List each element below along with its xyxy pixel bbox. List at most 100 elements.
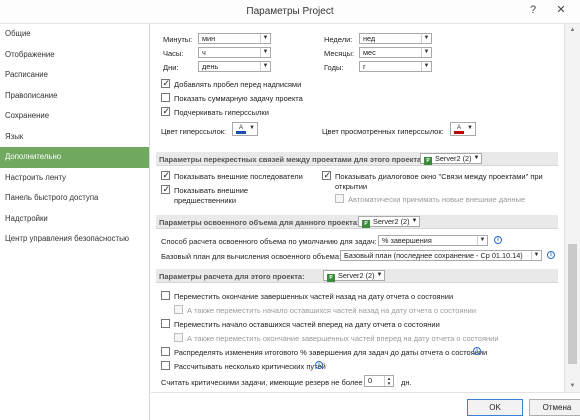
sidebar-item-proofing[interactable]: Правописание [0, 86, 149, 107]
help-button[interactable]: ? [523, 0, 543, 20]
move-start-remaining-checkbox[interactable] [161, 319, 170, 328]
content-scrollbar[interactable]: ▲ ▼ [564, 24, 580, 392]
sidebar-item-quick-access-toolbar[interactable]: Панель быстрого доступа [0, 188, 149, 209]
dialog-footer: OK Отмена [151, 392, 580, 420]
chevron-down-icon: ▼ [411, 218, 418, 224]
show-summary-checkbox[interactable] [161, 93, 170, 102]
scrollbar-thumb[interactable] [568, 244, 577, 364]
link-color-label: Цвет гиперссылок: [161, 127, 227, 136]
hours-select-value: ч [202, 48, 206, 57]
info-icon[interactable]: i [547, 251, 555, 259]
visited-link-color-button[interactable]: A ▼ [450, 122, 476, 136]
cancel-button[interactable]: Отмена [529, 399, 580, 416]
move-end-completed-checkbox[interactable] [161, 291, 170, 300]
weeks-label: Недели: [324, 35, 353, 44]
months-select[interactable]: мес ▼ [359, 47, 432, 58]
sidebar-item-advanced[interactable]: Дополнительно [0, 147, 149, 168]
distribute-changes-label: Распределять изменения итогового % завер… [174, 348, 488, 357]
sidebar-item-add-ins[interactable]: Надстройки [0, 209, 149, 230]
hours-select[interactable]: ч ▼ [198, 47, 271, 58]
also-move-start-remaining-label: А также переместить начало оставшихся ча… [187, 306, 477, 315]
project-icon: P [327, 274, 335, 282]
chevron-down-icon: ▼ [260, 62, 270, 71]
calculation-section-header: Параметры расчета для этого проекта: P Se… [156, 269, 558, 283]
info-icon[interactable]: i [494, 236, 502, 244]
earned-value-baseline-label: Базовый план для вычисления освоенного о… [161, 252, 342, 261]
show-links-dialog-checkbox[interactable] [322, 170, 331, 181]
show-external-predecessors-label-1: Показывать внешние [174, 186, 249, 195]
years-label: Годы: [324, 63, 344, 72]
minutes-label: Минуты: [163, 35, 193, 44]
sidebar: Общие Отображение Расписание Правописани… [0, 24, 150, 420]
chevron-down-icon: ▼ [260, 48, 270, 57]
crossproject-project-value: Server2 (2) [435, 154, 472, 163]
show-links-dialog-label-2: открытии [335, 182, 368, 191]
spinner-arrows-icon[interactable]: ▲ ▼ [384, 376, 393, 386]
weeks-select[interactable]: нед ▼ [359, 33, 432, 44]
distribute-changes-checkbox[interactable] [161, 347, 170, 356]
crossproject-section-header: Параметры перекрестных связей между прое… [156, 152, 558, 166]
crossproject-section-title: Параметры перекрестных связей между прое… [159, 155, 424, 164]
sidebar-item-schedule[interactable]: Расписание [0, 65, 149, 86]
window-title: Параметры Project [246, 6, 334, 17]
sidebar-item-save[interactable]: Сохранение [0, 106, 149, 127]
years-select[interactable]: г ▼ [359, 61, 432, 72]
earned-value-section-title: Параметры освоенного объема для данного … [159, 218, 360, 227]
days-label: Дни: [163, 63, 179, 72]
multiple-critical-paths-label: Рассчитывать несколько критических путей [174, 362, 326, 371]
crossproject-project-select[interactable]: P Server2 (2) ▼ [420, 153, 482, 165]
project-icon: P [362, 220, 370, 228]
auto-accept-checkbox[interactable] [335, 194, 344, 203]
days-select[interactable]: день ▼ [198, 61, 271, 72]
critical-slack-unit: дн. [401, 378, 412, 387]
visited-link-color-label: Цвет просмотренных гиперссылок: [322, 127, 444, 136]
sidebar-item-trust-center[interactable]: Центр управления безопасностью [0, 229, 149, 250]
scroll-down-icon[interactable]: ▼ [565, 380, 580, 392]
sidebar-item-display[interactable]: Отображение [0, 45, 149, 66]
sidebar-item-language[interactable]: Язык [0, 127, 149, 148]
earned-value-method-value: % завершения [382, 236, 432, 245]
underline-links-checkbox[interactable] [161, 106, 170, 117]
critical-slack-value: 0 [368, 376, 373, 385]
link-color-button[interactable]: A ▼ [232, 122, 258, 136]
info-icon[interactable]: i [473, 347, 481, 355]
show-summary-label: Показать суммарную задачу проекта [174, 94, 303, 103]
chevron-down-icon: ▼ [467, 125, 473, 131]
calculation-project-select[interactable]: P Server2 (2) ▼ [323, 270, 385, 282]
close-button[interactable]: ✕ [547, 0, 575, 20]
minutes-select[interactable]: мин ▼ [198, 33, 271, 44]
earned-value-baseline-select[interactable]: Базовый план (последнее сохранение - Ср … [340, 250, 542, 261]
info-icon[interactable]: i [315, 361, 323, 369]
earned-value-project-value: Server2 (2) [373, 217, 410, 226]
also-move-end-completed-label: А также переместить окончание завершенны… [187, 334, 499, 343]
show-external-predecessors-checkbox[interactable] [161, 184, 170, 195]
move-end-completed-label: Переместить окончание завершенных частей… [174, 292, 454, 301]
chevron-down-icon: ▼ [473, 155, 480, 161]
critical-slack-spinner[interactable]: 0 ▲ ▼ [364, 375, 394, 387]
days-select-value: день [202, 62, 219, 71]
critical-slack-label: Считать критическими задачи, имеющие рез… [161, 378, 363, 387]
minutes-select-value: мин [202, 34, 216, 43]
show-external-successors-label: Показывать внешние последователи [174, 172, 303, 181]
weeks-select-value: нед [363, 34, 376, 43]
font-color-icon: A [236, 125, 246, 134]
scroll-up-icon[interactable]: ▲ [565, 24, 580, 36]
hours-label: Часы: [163, 49, 184, 58]
sidebar-item-general[interactable]: Общие [0, 24, 149, 45]
show-external-successors-checkbox[interactable] [161, 170, 170, 181]
chevron-down-icon: ▼ [249, 125, 255, 131]
also-move-start-remaining-checkbox[interactable] [174, 305, 183, 314]
sidebar-item-customize-ribbon[interactable]: Настроить ленту [0, 168, 149, 189]
earned-value-project-select[interactable]: P Server2 (2) ▼ [358, 216, 420, 228]
chevron-down-icon: ▼ [531, 251, 541, 260]
also-move-end-completed-checkbox[interactable] [174, 333, 183, 342]
earned-value-method-select[interactable]: % завершения ▼ [378, 235, 488, 246]
add-space-checkbox[interactable] [161, 78, 170, 89]
underline-links-label: Подчеркивать гиперссылки [174, 108, 269, 117]
chevron-down-icon: ▼ [376, 272, 383, 278]
ok-button[interactable]: OK [467, 399, 523, 416]
calculation-project-value: Server2 (2) [338, 271, 375, 280]
months-label: Месяцы: [324, 49, 355, 58]
chevron-down-icon: ▼ [260, 34, 270, 43]
multiple-critical-paths-checkbox[interactable] [161, 361, 170, 370]
